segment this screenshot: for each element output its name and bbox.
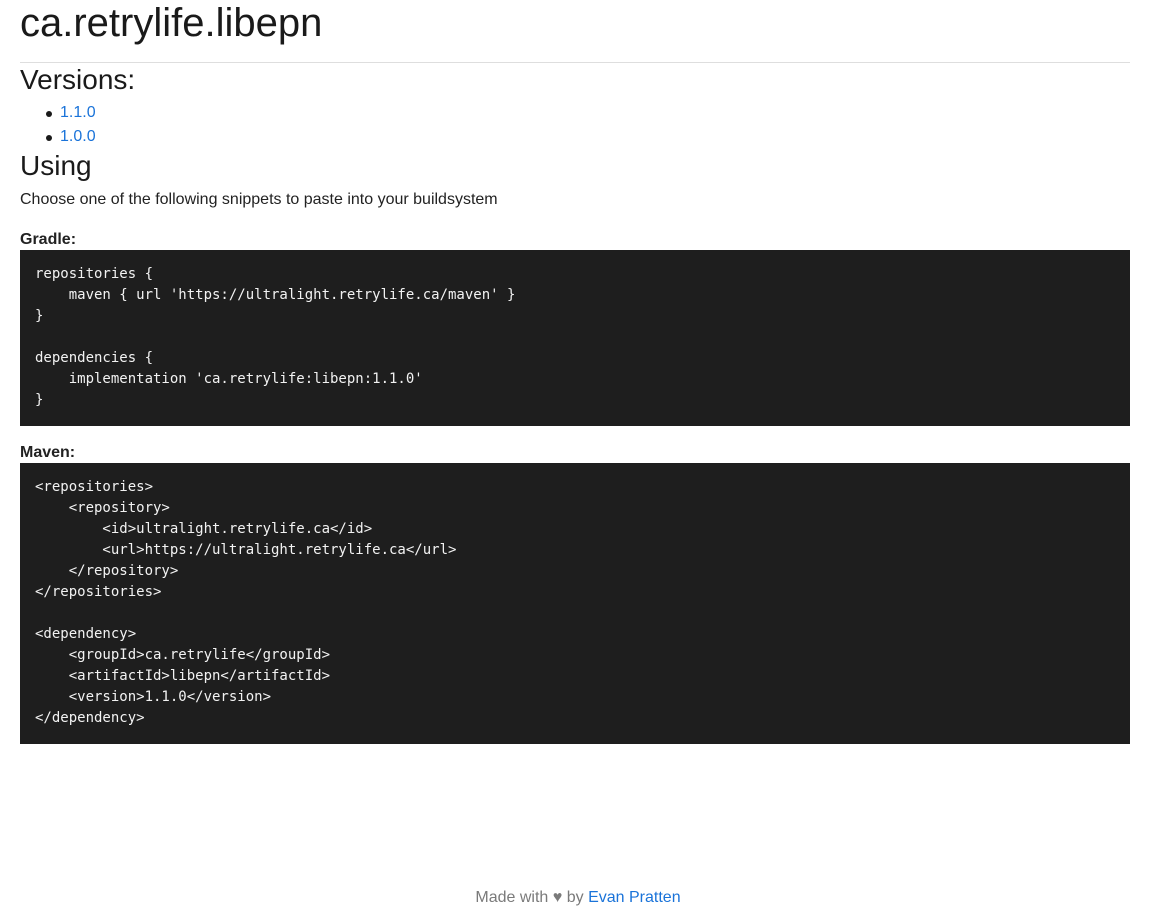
maven-label: Maven: <box>20 444 76 461</box>
using-intro: Choose one of the following snippets to … <box>20 191 498 208</box>
gradle-label: Gradle: <box>20 231 77 248</box>
page-title: ca.retrylife.libepn <box>20 1 323 45</box>
versions-heading: Versions: <box>20 64 136 95</box>
maven-code-block[interactable]: <repositories> <repository> <id>ultralig… <box>20 463 1130 744</box>
version-item: 1.0.0 <box>46 125 1130 149</box>
footer-by: by <box>566 889 584 906</box>
footer: Made with ♥ by Evan Pratten <box>0 888 1156 908</box>
heart-icon: ♥ <box>552 889 563 906</box>
footer-made-with: Made with <box>475 889 549 906</box>
gradle-code-block[interactable]: repositories { maven { url 'https://ultr… <box>20 250 1130 426</box>
version-item: 1.1.0 <box>46 101 1130 125</box>
versions-list: 1.1.0 1.0.0 <box>20 101 1130 149</box>
using-heading: Using <box>20 150 92 181</box>
page-content: ca.retrylife.libepn Versions: 1.1.0 1.0.… <box>20 0 1130 744</box>
version-link-1-1-0[interactable]: 1.1.0 <box>60 104 96 121</box>
author-link[interactable]: Evan Pratten <box>588 889 681 906</box>
version-link-1-0-0[interactable]: 1.0.0 <box>60 128 96 145</box>
